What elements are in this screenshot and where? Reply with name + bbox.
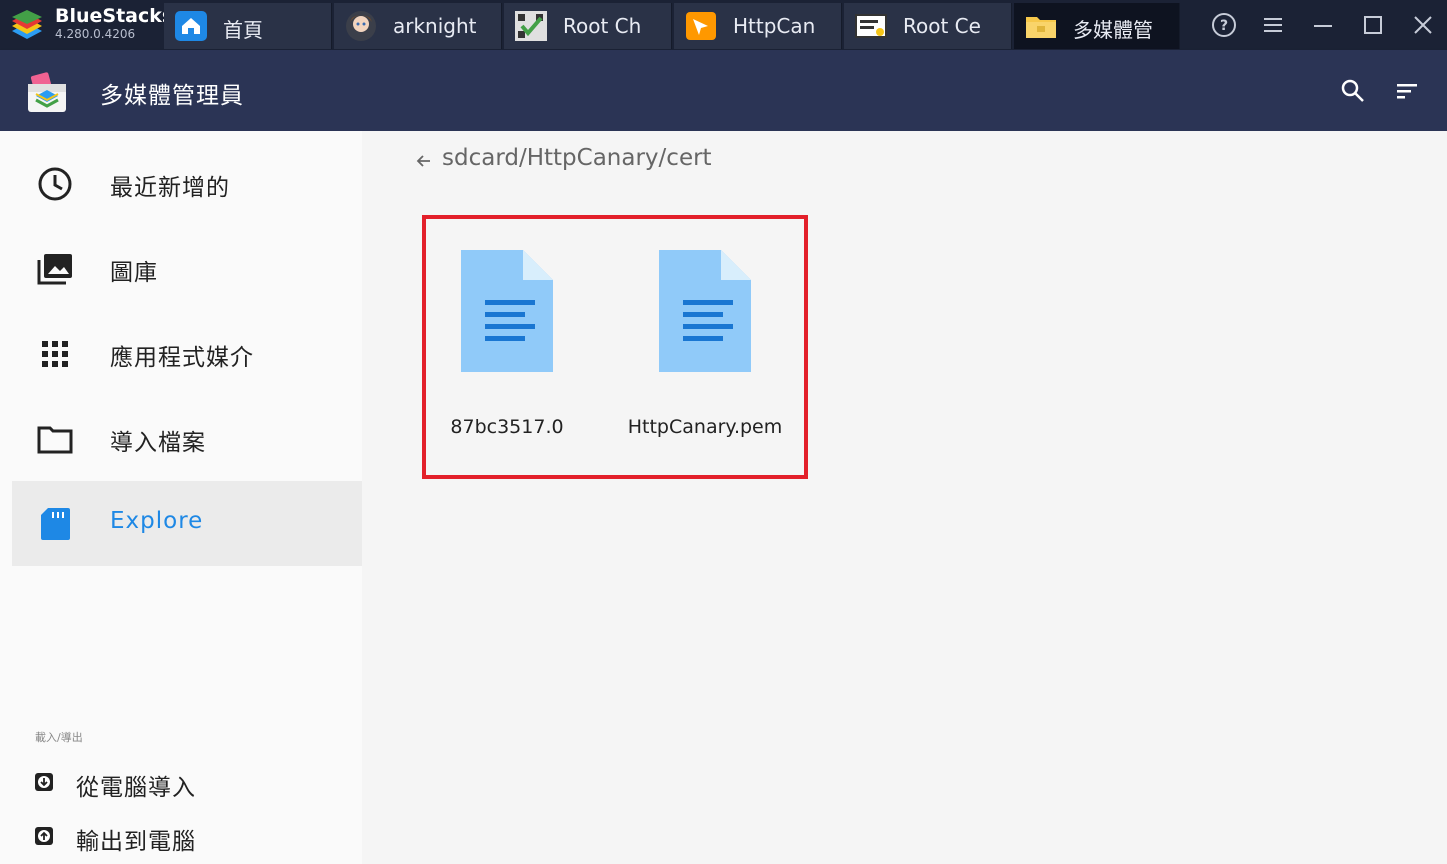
export-to-pc-label: 輸出到電腦: [76, 829, 196, 855]
help-icon[interactable]: ?: [1209, 10, 1239, 40]
file-item[interactable]: HttpCanary.pem: [615, 246, 795, 466]
maximize-icon[interactable]: [1358, 10, 1388, 40]
bluestacks-logo-icon: [12, 10, 42, 39]
bluestacks-brand: BlueStacks: [55, 5, 174, 27]
app-header: 多媒體管理員: [0, 50, 1447, 131]
tab-label: 首頁: [223, 18, 263, 42]
folder-outline-icon: [37, 426, 73, 454]
search-icon[interactable]: [1339, 77, 1367, 105]
tab-label: Root Ce: [903, 14, 981, 38]
root-checker-icon: [515, 11, 547, 41]
tab-httpcanary[interactable]: HttpCan: [674, 3, 842, 49]
root-certificate-icon: [855, 14, 887, 38]
document-icon: [461, 250, 553, 372]
tab-root-checker[interactable]: Root Ch: [504, 3, 672, 49]
tab-home[interactable]: 首頁: [164, 3, 332, 49]
import-from-pc-label: 從電腦導入: [76, 775, 196, 801]
menu-icon[interactable]: [1258, 10, 1288, 40]
sidebar-item-label: 圖庫: [110, 260, 158, 286]
folder-icon: [1026, 17, 1056, 38]
bluestacks-logo[interactable]: BlueStacks 4.280.0.4206: [0, 0, 173, 50]
sidebar-item-label: 最近新增的: [110, 175, 230, 201]
sidebar-item-imported-files[interactable]: 導入檔案: [12, 396, 362, 481]
app-title: 多媒體管理員: [100, 83, 244, 109]
gallery-icon: [37, 254, 72, 285]
import-from-pc-button[interactable]: 從電腦導入: [0, 758, 362, 808]
tab-label: arknight: [393, 14, 477, 38]
sort-icon[interactable]: [1393, 77, 1421, 105]
home-icon: [175, 11, 207, 41]
current-path: sdcard/HttpCanary/cert: [442, 145, 712, 171]
export-icon: [35, 827, 53, 845]
sidebar-item-recent[interactable]: 最近新增的: [12, 141, 362, 226]
back-arrow-icon[interactable]: [414, 151, 434, 171]
sidebar-item-label: 導入檔案: [110, 430, 206, 456]
sidebar-item-label: Explore: [110, 508, 204, 534]
file-name: 87bc3517.0: [450, 416, 564, 438]
sidebar-item-app-media[interactable]: 應用程式媒介: [12, 311, 362, 396]
httpcanary-icon: [686, 12, 716, 40]
tab-label: 多媒體管: [1073, 18, 1153, 42]
sidebar: 最近新增的 圖庫 應用程式媒介 導入檔案 Explore 載入/導出 從電腦導入…: [0, 131, 362, 864]
section-label-import-export: 載入/導出: [35, 731, 83, 744]
tab-media-manager[interactable]: 多媒體管: [1014, 3, 1180, 49]
svg-text:?: ?: [1220, 18, 1228, 34]
import-icon: [35, 773, 53, 791]
bluestacks-version: 4.280.0.4206: [55, 27, 136, 41]
minimize-icon[interactable]: [1308, 10, 1338, 40]
file-name: HttpCanary.pem: [627, 416, 783, 438]
file-explorer: sdcard/HttpCanary/cert 87bc3517.0 HttpCa…: [362, 131, 1447, 864]
sidebar-item-gallery[interactable]: 圖庫: [12, 226, 362, 311]
arknights-game-icon: [346, 11, 376, 41]
sidebar-item-explore[interactable]: Explore: [12, 481, 362, 566]
close-icon[interactable]: [1408, 10, 1438, 40]
apps-grid-icon: [42, 341, 68, 367]
sidebar-item-label: 應用程式媒介: [110, 345, 254, 371]
sd-card-icon: [41, 508, 70, 540]
export-to-pc-button[interactable]: 輸出到電腦: [0, 812, 362, 862]
tab-label: Root Ch: [563, 14, 642, 38]
bluestacks-titlebar: BlueStacks 4.280.0.4206 首頁 arknight Root…: [0, 0, 1447, 50]
file-item[interactable]: 87bc3517.0: [417, 246, 597, 466]
document-icon: [659, 250, 751, 372]
tab-root-certificate[interactable]: Root Ce: [844, 3, 1012, 49]
tab-label: HttpCan: [733, 14, 816, 38]
media-manager-app-icon: [28, 72, 66, 112]
clock-icon: [38, 167, 72, 201]
tab-arknights[interactable]: arknight: [334, 3, 502, 49]
